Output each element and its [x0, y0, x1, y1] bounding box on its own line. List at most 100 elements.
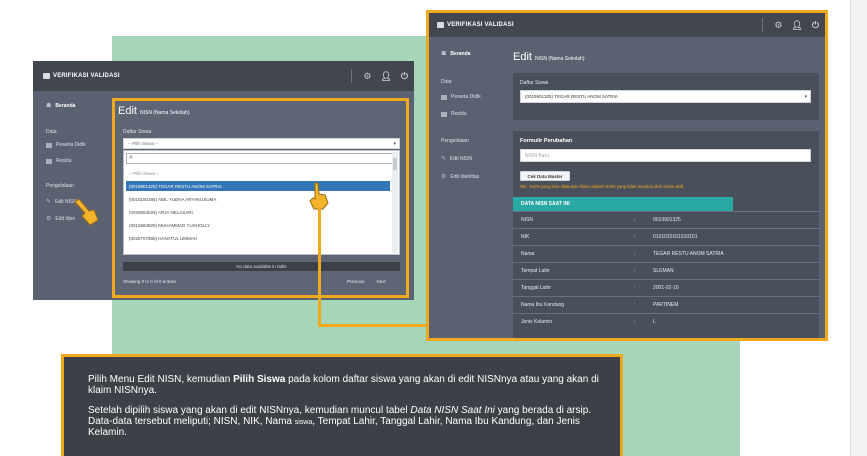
top-icons: ⚙ 👤︎ ⏻	[351, 61, 408, 91]
sidebar-item-peserta-didik[interactable]: Peserta Didik	[441, 94, 481, 100]
top-bar: VERIFIKASI VALIDASI ⚙ 👤︎ ⏻	[429, 13, 825, 37]
page-title-text: Edit	[513, 51, 532, 63]
previous-button[interactable]: Previous	[347, 279, 365, 284]
list-item[interactable]: (0019901325) TEGAR RESTU ANOM SATRIA	[126, 181, 390, 191]
gear-icon[interactable]: ⚙	[363, 71, 371, 82]
list-item[interactable]: -- Pilih Siswa --	[126, 168, 390, 178]
divider	[351, 69, 353, 83]
student-select-value: -- Pilih Siswa --	[128, 141, 159, 146]
sidebar-section-data: Data	[46, 129, 57, 135]
table-cell-label: Tempat Lahir	[521, 268, 550, 274]
caption-italic: Data NISN Saat Ini	[410, 405, 495, 416]
top-bar: VERIFIKASI VALIDASI ⚙ 👤︎ ⏻	[33, 61, 414, 91]
table-row: Tanggal Lahir: 2001-02-10	[513, 279, 819, 296]
sidebar-section-pengelolaan: Pengelolaan	[46, 183, 74, 189]
dropdown-scrollbar[interactable]	[392, 152, 398, 253]
list-item[interactable]: (0025707685) HANATUL UMMAH	[126, 233, 390, 243]
sidebar-item-label: Residu	[451, 111, 467, 117]
sidebar-item-label: Beranda	[450, 50, 471, 57]
brand-label: VERIFIKASI VALIDASI	[447, 22, 514, 28]
cek-data-master-button[interactable]: Cek Data Master	[520, 171, 570, 181]
search-icon: ⌕	[129, 154, 133, 161]
sidebar-item-residu[interactable]: Residu	[441, 111, 467, 117]
table-header: DATA NISN SAAT INI	[513, 197, 733, 211]
logo-icon	[43, 73, 50, 79]
logo-icon	[437, 22, 444, 28]
sidebar-item-label: Residu	[56, 158, 72, 164]
sidebar: ☗ Beranda Data Peserta Didik Residu Peng…	[429, 37, 514, 338]
list-icon	[46, 142, 52, 148]
sidebar-item-edit-nisn[interactable]: ✎ Edit NISN	[441, 155, 472, 163]
left-edit-panel: Edit NISN (Nama Sekolah) Daftar Siswa --…	[112, 98, 409, 298]
data-table: NISN: 0019901325 NIK: 0101010101010101 Nama:…	[513, 211, 819, 331]
caption-text: Pilih Menu Edit NISN, kemudian	[88, 374, 234, 385]
search-input[interactable]: ⌕	[126, 153, 397, 164]
brand-label: VERIFIKASI VALIDASI	[53, 73, 120, 79]
sidebar-item-edit-identitas[interactable]: ⚙ Edit Identitas	[441, 173, 479, 181]
table-row: Jenis Kelamin: L	[513, 313, 819, 330]
user-icon[interactable]: 👤︎	[791, 20, 802, 31]
page-title: Edit NISN (Nama Sekolah)	[513, 51, 585, 63]
user-icon[interactable]: 👤︎	[380, 71, 391, 82]
sidebar-item-beranda[interactable]: ☗ Beranda	[441, 50, 471, 58]
table-cell-separator: :	[634, 234, 636, 240]
page-edge	[850, 0, 867, 456]
list-item[interactable]: (0015150286) ABIL YUDHA ARYAKUSUMA	[126, 194, 390, 204]
edit-icon: ✎	[441, 156, 447, 162]
page-subtitle: NISN (Nama Sekolah)	[535, 56, 585, 62]
table-cell-value: TEGAR RESTU ANOM SATRIA	[653, 251, 724, 257]
note-text: NB : NISN yang bisa dilakukan klaim adal…	[520, 184, 685, 189]
caption-bold: Pilih Siswa	[233, 374, 286, 385]
caption-paragraph-2: Setelah dipilih siswa yang akan di edit …	[88, 405, 600, 439]
student-select[interactable]: (0019901325) TEGAR RESTU ANOM SATRIA ▾	[520, 90, 811, 103]
student-select[interactable]: -- Pilih Siswa -- ▾	[123, 138, 400, 149]
table-cell-value: SLEMAN	[653, 268, 674, 274]
brand: VERIFIKASI VALIDASI	[437, 22, 514, 28]
list-icon	[441, 94, 447, 100]
right-app-screenshot: VERIFIKASI VALIDASI ⚙ 👤︎ ⏻ ☗ Beranda Dat…	[426, 10, 828, 341]
caption-paragraph-1: Pilih Menu Edit NISN, kemudian Pilih Sis…	[88, 374, 600, 396]
list-item[interactable]: (0010684828) MUHAMMAD YUSHOLLY	[126, 220, 390, 230]
table-row: Nama: TEGAR RESTU ANOM SATRIA	[513, 245, 819, 262]
sidebar-item-beranda[interactable]: ☗ Beranda	[46, 102, 76, 110]
form-card: Formulir Perubahan NISN Baru Cek Data Ma…	[513, 131, 819, 338]
table-cell-label: Nama	[521, 251, 535, 257]
table-cell-separator: :	[634, 319, 636, 325]
table-cell-separator: :	[634, 217, 636, 223]
top-icons: ⚙ 👤︎ ⏻	[762, 13, 819, 37]
table-cell-value: 0101010101010101	[653, 234, 698, 240]
power-icon[interactable]: ⏻	[401, 71, 408, 82]
sidebar-item-residu[interactable]: Residu	[46, 158, 72, 164]
list-item[interactable]: (0020654029) ARJA NELASARI	[126, 207, 390, 217]
sidebar-item-edit-identitas[interactable]: ⚙ Edit Iden	[46, 215, 75, 223]
connector-line	[318, 324, 429, 327]
sidebar-item-label: Peserta Didik	[56, 142, 86, 148]
brand: VERIFIKASI VALIDASI	[43, 73, 120, 79]
edit-icon: ✎	[46, 199, 52, 205]
select-card: Daftar Siswa (0019901325) TEGAR RESTU AN…	[513, 73, 819, 120]
table-row: NIK: 0101010101010101	[513, 228, 819, 245]
table-cell-separator: :	[634, 251, 636, 257]
home-icon: ☗	[441, 51, 447, 57]
gear-icon: ⚙	[441, 174, 447, 180]
caption-text-small: siswa	[294, 418, 313, 426]
gear-icon[interactable]: ⚙	[774, 20, 782, 31]
table-cell-label: Nama Ibu Kandung	[521, 302, 565, 308]
sidebar-item-label: Edit NISN	[450, 155, 472, 162]
connector-line	[318, 208, 321, 327]
page-title: Edit NISN (Nama Sekolah)	[118, 105, 190, 117]
next-button[interactable]: Next	[377, 279, 386, 284]
sidebar-section-pengelolaan: Pengelolaan	[441, 138, 469, 144]
table-row: NISN: 0019901325	[513, 211, 819, 228]
sidebar-item-peserta-didik[interactable]: Peserta Didik	[46, 142, 86, 148]
caption-text: Setelah dipilih siswa yang akan di edit …	[88, 405, 411, 416]
table-cell-value: L	[653, 319, 656, 325]
power-icon[interactable]: ⏻	[812, 20, 819, 31]
scroll-thumb[interactable]	[393, 158, 397, 170]
chevron-down-icon: ▾	[804, 93, 807, 100]
table-cell-value: PARTINEM	[653, 302, 679, 308]
table-cell-separator: :	[634, 302, 636, 308]
student-select-value: (0019901325) TEGAR RESTU ANOM SATRIA	[525, 94, 618, 99]
sidebar-item-label: Beranda	[55, 102, 76, 109]
nisn-baru-input[interactable]: NISN Baru	[520, 149, 811, 162]
